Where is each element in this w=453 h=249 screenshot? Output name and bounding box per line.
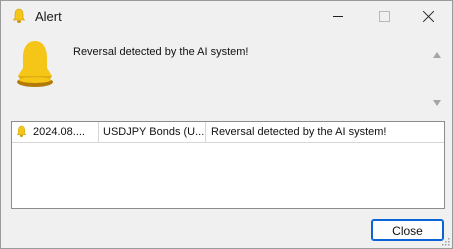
alert-window: Alert Reversal detected by the AI system… xyxy=(0,0,453,249)
row-time: 2024.08.... xyxy=(33,126,85,138)
row-message: Reversal detected by the AI system! xyxy=(211,126,387,138)
scroll-down-icon[interactable] xyxy=(433,100,441,106)
message-scrollbar[interactable] xyxy=(430,45,444,111)
symbol-cell: USDJPY Bonds (U... xyxy=(99,122,206,142)
window-title: Alert xyxy=(35,9,62,24)
maximize-button xyxy=(361,1,407,31)
close-button[interactable]: Close xyxy=(371,219,444,241)
row-symbol: USDJPY Bonds (U... xyxy=(103,126,205,138)
bell-icon xyxy=(16,125,27,137)
minimize-icon xyxy=(333,15,343,17)
message-cell: Reversal detected by the AI system! xyxy=(206,122,444,142)
resize-grip-icon[interactable] xyxy=(440,236,450,246)
scroll-up-icon[interactable] xyxy=(433,52,441,58)
alert-message: Reversal detected by the AI system! xyxy=(73,46,249,58)
close-icon xyxy=(423,10,435,22)
alert-list[interactable]: 2024.08.... USDJPY Bonds (U... Reversal … xyxy=(11,121,445,209)
bell-icon xyxy=(12,8,26,23)
minimize-button[interactable] xyxy=(315,1,361,31)
bell-icon xyxy=(17,41,53,87)
maximize-icon xyxy=(378,10,390,22)
close-window-button[interactable] xyxy=(406,1,452,31)
table-row[interactable]: 2024.08.... USDJPY Bonds (U... Reversal … xyxy=(12,122,444,143)
title-bar[interactable]: Alert xyxy=(1,1,452,31)
time-cell: 2024.08.... xyxy=(12,122,99,142)
